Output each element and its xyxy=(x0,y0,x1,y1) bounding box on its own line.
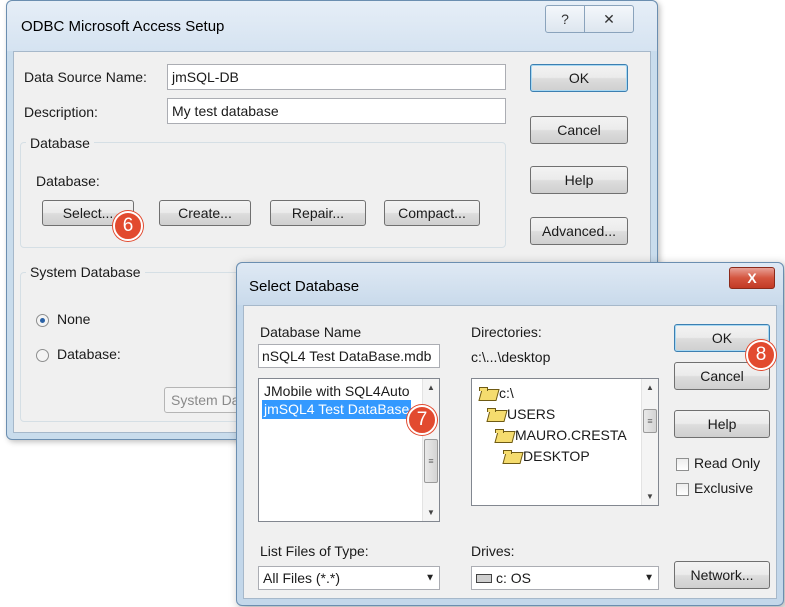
drives-label: Drives: xyxy=(471,543,515,559)
network-button[interactable]: Network... xyxy=(674,561,770,589)
radio-database-label: Database: xyxy=(57,346,121,362)
directory-listbox[interactable]: c:\ USERS MAURO.CRESTA DESKTOP ▲ ≡ ▼ xyxy=(471,378,659,506)
step-badge-6: 6 xyxy=(113,211,143,241)
file-item-1[interactable]: jmSQL4 Test DataBase xyxy=(262,400,412,419)
directory-item-desktop-label: DESKTOP xyxy=(523,448,590,464)
database-label: Database: xyxy=(36,173,100,189)
current-directory-path: c:\...\desktop xyxy=(471,349,551,365)
directory-item-mauro-label: MAURO.CRESTA xyxy=(515,427,627,443)
drives-value: c: OS xyxy=(496,570,532,586)
repair-button[interactable]: Repair... xyxy=(270,200,366,226)
step-badge-8: 8 xyxy=(746,340,776,370)
system-database-group-title: System Database xyxy=(26,264,145,280)
close-icon: X xyxy=(747,270,757,286)
database-group xyxy=(20,142,506,248)
select-database-titlebar: Select Database X xyxy=(237,263,783,305)
exclusive-checkbox[interactable] xyxy=(676,483,689,496)
radio-database[interactable] xyxy=(36,349,49,362)
read-only-label: Read Only xyxy=(694,455,761,471)
scroll-down-arrow-icon[interactable]: ▼ xyxy=(423,504,439,521)
close-icon: ✕ xyxy=(603,10,615,27)
ok-button[interactable]: OK xyxy=(530,64,628,92)
chevron-down-icon: ▼ xyxy=(425,572,435,584)
file-listbox[interactable]: JMobile with SQL4Auto jmSQL4 Test DataBa… xyxy=(258,378,440,522)
directory-item-users-label: USERS xyxy=(507,406,556,422)
file-list-scrollbar[interactable]: ▲ ≡ ▼ xyxy=(422,379,439,521)
directory-item-mauro[interactable]: MAURO.CRESTA xyxy=(494,427,627,443)
question-icon: ? xyxy=(561,11,569,27)
database-name-input[interactable]: nSQL4 Test DataBase.mdb xyxy=(258,344,440,368)
select-database-close-button[interactable]: X xyxy=(729,267,775,289)
directory-item-root[interactable]: c:\ xyxy=(478,385,514,401)
scroll-thumb[interactable]: ≡ xyxy=(424,439,438,483)
compact-button[interactable]: Compact... xyxy=(384,200,480,226)
help-caption-button[interactable]: ? xyxy=(545,5,585,33)
data-source-input[interactable]: jmSQL-DB xyxy=(167,64,506,90)
list-type-select[interactable]: All Files (*.*) ▼ xyxy=(258,566,440,590)
drive-icon xyxy=(476,573,492,583)
database-name-label: Database Name xyxy=(260,324,362,340)
drives-select[interactable]: c: OS ▼ xyxy=(471,566,659,590)
open-folder-icon xyxy=(486,407,504,421)
close-caption-button[interactable]: ✕ xyxy=(584,5,634,33)
scroll-thumb[interactable]: ≡ xyxy=(643,409,657,433)
chevron-down-icon: ▼ xyxy=(644,572,654,584)
advanced-button[interactable]: Advanced... xyxy=(530,217,628,245)
description-input[interactable]: My test database xyxy=(167,98,506,124)
exclusive-label: Exclusive xyxy=(694,480,754,496)
description-label: Description: xyxy=(24,104,98,120)
select-database-client: Database Name nSQL4 Test DataBase.mdb JM… xyxy=(243,305,777,599)
odbc-titlebar: ODBC Microsoft Access Setup ? ✕ xyxy=(7,1,657,51)
scroll-down-arrow-icon[interactable]: ▼ xyxy=(642,488,658,505)
directory-item-root-label: c:\ xyxy=(499,385,514,401)
open-folder-icon xyxy=(494,428,512,442)
file-item-0[interactable]: JMobile with SQL4Auto xyxy=(262,382,412,401)
create-button[interactable]: Create... xyxy=(159,200,251,226)
scroll-up-arrow-icon[interactable]: ▲ xyxy=(642,379,658,396)
database-group-title: Database xyxy=(26,135,94,151)
open-folder-icon xyxy=(502,449,520,463)
data-source-label: Data Source Name: xyxy=(24,69,147,85)
radio-none[interactable] xyxy=(36,314,49,327)
open-folder-icon xyxy=(478,386,496,400)
cancel-button[interactable]: Cancel xyxy=(530,116,628,144)
help-button[interactable]: Help xyxy=(674,410,770,438)
radio-none-label: None xyxy=(57,311,91,327)
directory-item-desktop[interactable]: DESKTOP xyxy=(502,448,590,464)
help-button[interactable]: Help xyxy=(530,166,628,194)
directory-list-scrollbar[interactable]: ▲ ≡ ▼ xyxy=(641,379,658,505)
list-type-label: List Files of Type: xyxy=(260,543,369,559)
directory-item-users[interactable]: USERS xyxy=(486,406,555,422)
select-database-dialog: Select Database X Database Name nSQL4 Te… xyxy=(236,262,784,606)
odbc-title: ODBC Microsoft Access Setup xyxy=(21,18,225,35)
read-only-checkbox[interactable] xyxy=(676,458,689,471)
select-database-title: Select Database xyxy=(249,278,360,295)
step-badge-7: 7 xyxy=(407,405,437,435)
list-type-value: All Files (*.*) xyxy=(263,570,341,586)
directories-label: Directories: xyxy=(471,324,542,340)
scroll-up-arrow-icon[interactable]: ▲ xyxy=(423,379,439,396)
